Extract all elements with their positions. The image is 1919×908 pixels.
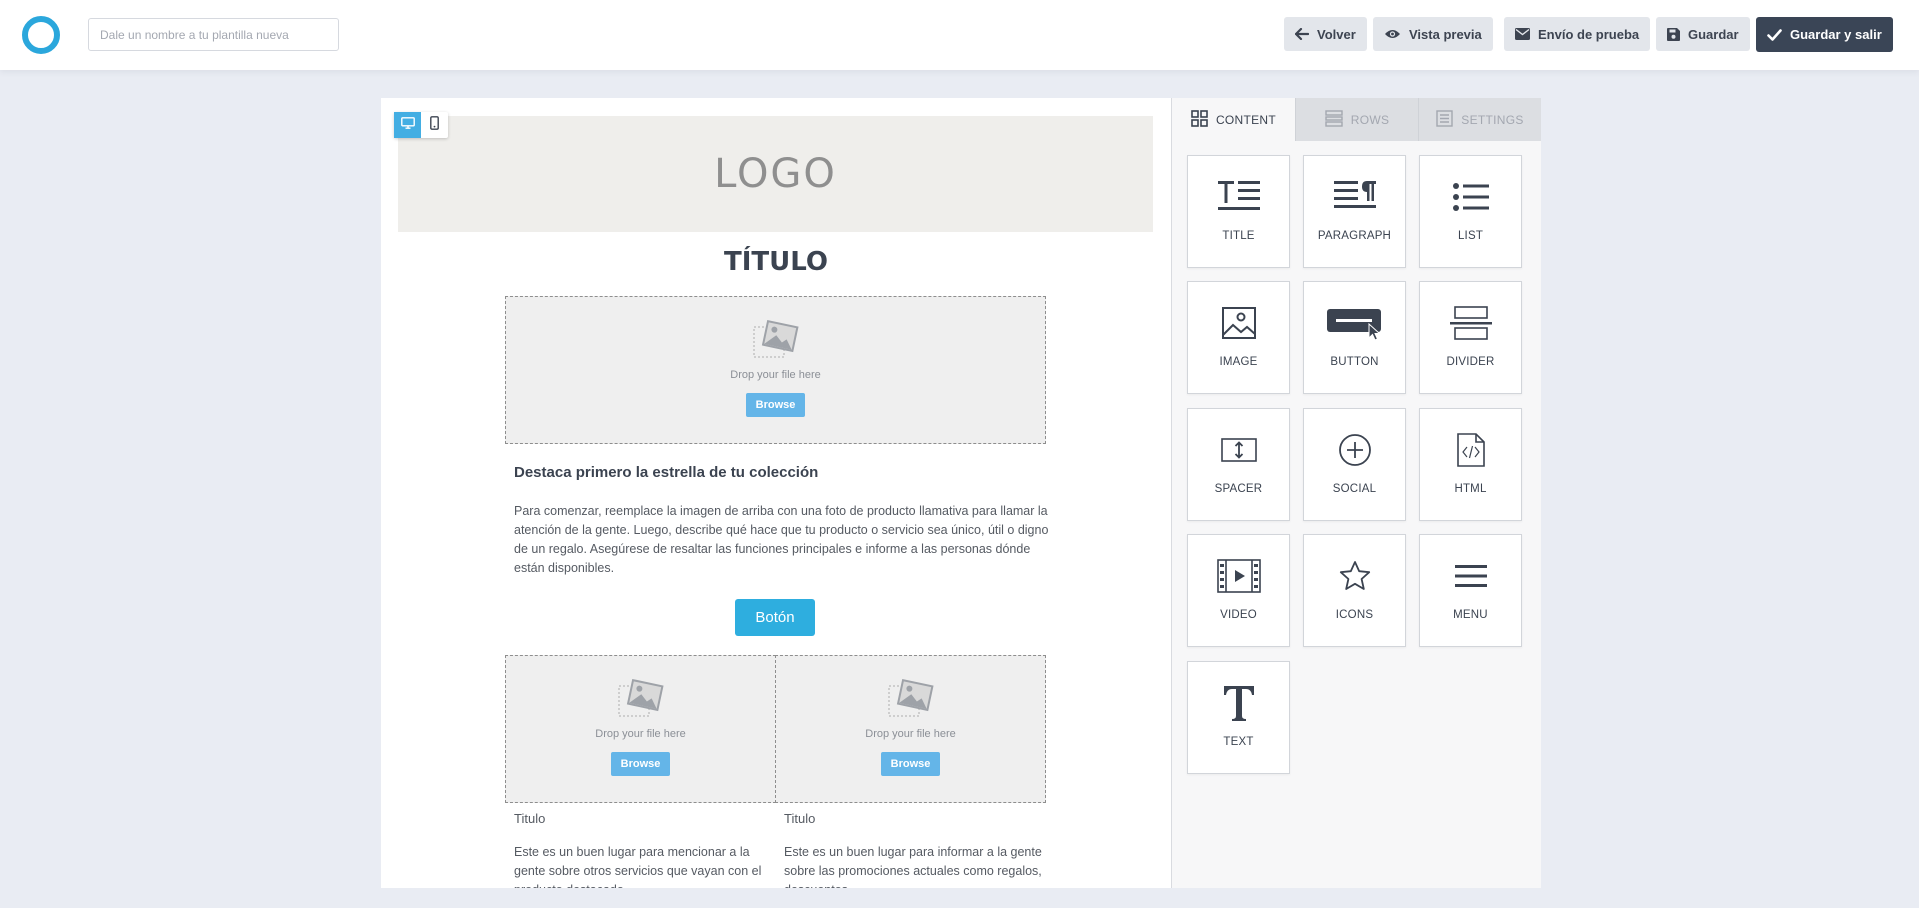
tile-image-label: IMAGE (1219, 356, 1258, 368)
tile-text-label: TEXT (1223, 736, 1254, 748)
back-label: Volver (1317, 26, 1356, 42)
image-dropzone-right[interactable]: Drop your file here Browse (775, 655, 1046, 803)
image-icon (1221, 300, 1257, 346)
tab-content-label: CONTENT (1215, 112, 1277, 127)
tile-text[interactable]: TEXT (1187, 661, 1290, 774)
browse-button[interactable]: Browse (880, 752, 941, 776)
column-title-left[interactable]: Titulo (514, 811, 545, 826)
tile-icons[interactable]: ICONS (1303, 534, 1406, 647)
rows-icon (1325, 109, 1351, 130)
tab-rows[interactable]: ROWS (1295, 98, 1418, 141)
tile-social-label: SOCIAL (1332, 483, 1377, 495)
button-icon (1326, 300, 1383, 346)
drop-label: Drop your file here (595, 728, 686, 740)
save-exit-button[interactable]: Guardar y salir (1756, 17, 1893, 52)
tile-paragraph-label: PARAGRAPH (1317, 230, 1392, 242)
tile-paragraph[interactable]: PARAGRAPH (1303, 155, 1406, 268)
tile-video-label: VIDEO (1220, 609, 1257, 621)
back-button[interactable]: Volver (1284, 17, 1367, 51)
image-dropzone-main[interactable]: Drop your file here Browse (505, 296, 1046, 444)
image-dropzone-left[interactable]: Drop your file here Browse (505, 655, 776, 803)
floppy-icon (1667, 27, 1680, 41)
paragraph-icon (1333, 174, 1376, 220)
tab-settings-label: SETTINGS (1461, 112, 1524, 127)
column-text-left[interactable]: Este es un buen lugar para mencionar a l… (514, 843, 776, 888)
tile-spacer-label: SPACER (1214, 483, 1263, 495)
tile-video[interactable]: VIDEO (1187, 534, 1290, 647)
tile-html[interactable]: HTML (1419, 408, 1522, 521)
tile-image[interactable]: IMAGE (1187, 281, 1290, 394)
tile-list-label: LIST (1457, 230, 1484, 242)
desktop-icon (400, 116, 415, 134)
image-placeholder-icon (617, 678, 665, 723)
body-paragraph[interactable]: Para comenzar, reemplace la imagen de ar… (514, 502, 1049, 578)
html-icon (1456, 427, 1485, 473)
drop-label: Drop your file here (730, 369, 821, 381)
eye-icon (1384, 28, 1401, 40)
image-placeholder-icon (752, 319, 800, 364)
column-title-right[interactable]: Titulo (784, 811, 815, 826)
preview-label: Vista previa (1409, 26, 1482, 42)
tile-title-label: TITLE (1222, 230, 1255, 242)
tile-title[interactable]: TITLE (1187, 155, 1290, 268)
tile-icons-label: ICONS (1335, 609, 1374, 621)
settings-doc-icon (1436, 109, 1461, 130)
star-icon (1339, 553, 1371, 599)
save-label: Guardar (1688, 26, 1739, 42)
save-button[interactable]: Guardar (1656, 17, 1750, 51)
highlight-heading[interactable]: Destaca primero la estrella de tu colecc… (514, 464, 1054, 481)
logo-block[interactable]: LOGO (398, 116, 1153, 232)
tile-menu[interactable]: MENU (1419, 534, 1522, 647)
browse-button[interactable]: Browse (745, 393, 806, 417)
logo-placeholder-text: LOGO (714, 151, 837, 197)
mobile-icon (430, 115, 439, 135)
column-text-right[interactable]: Este es un buen lugar para informar a la… (784, 843, 1046, 888)
cta-button[interactable]: Botón (735, 599, 815, 636)
mobile-view-button[interactable] (421, 112, 448, 138)
app-logo[interactable] (22, 16, 60, 54)
tab-rows-label: ROWS (1350, 112, 1390, 127)
email-canvas: LOGO TÍTULO Drop your file here Browse D… (381, 98, 1171, 888)
video-icon (1216, 553, 1261, 599)
top-bar: Volver Vista previa Envío de prueba Guar… (0, 0, 1919, 70)
test-send-button[interactable]: Envío de prueba (1504, 17, 1651, 51)
tab-settings[interactable]: SETTINGS (1418, 98, 1541, 141)
tile-menu-label: MENU (1453, 609, 1488, 621)
content-panel: CONTENT ROWS SETTINGS TITLE PARAGRAPH LI… (1171, 98, 1541, 888)
text-icon (1222, 680, 1256, 726)
drop-label: Drop your file here (865, 728, 956, 740)
preview-button[interactable]: Vista previa (1373, 17, 1493, 51)
browse-button[interactable]: Browse (610, 752, 671, 776)
envelope-icon (1515, 28, 1530, 40)
tile-divider-label: DIVIDER (1446, 356, 1495, 368)
view-toggle (394, 112, 448, 138)
list-icon (1452, 174, 1489, 220)
test-send-label: Envío de prueba (1538, 26, 1640, 42)
desktop-view-button[interactable] (394, 112, 421, 138)
title-icon (1217, 174, 1260, 220)
tile-button-label: BUTTON (1330, 356, 1379, 368)
template-name-input[interactable] (88, 18, 339, 51)
spacer-icon (1220, 427, 1257, 473)
email-title[interactable]: TÍTULO (381, 247, 1171, 277)
arrow-left-icon (1295, 28, 1309, 40)
tile-list[interactable]: LIST (1419, 155, 1522, 268)
grid-icon (1191, 109, 1216, 130)
tile-spacer[interactable]: SPACER (1187, 408, 1290, 521)
image-placeholder-icon (887, 678, 935, 723)
tab-content[interactable]: CONTENT (1172, 98, 1295, 141)
save-exit-label: Guardar y salir (1790, 27, 1882, 42)
tile-button[interactable]: BUTTON (1303, 281, 1406, 394)
social-icon (1338, 427, 1372, 473)
menu-icon (1454, 553, 1487, 599)
tile-divider[interactable]: DIVIDER (1419, 281, 1522, 394)
tile-social[interactable]: SOCIAL (1303, 408, 1406, 521)
tile-html-label: HTML (1454, 483, 1487, 495)
panel-tabs: CONTENT ROWS SETTINGS (1172, 98, 1541, 141)
divider-icon (1449, 300, 1492, 346)
check-icon (1767, 28, 1782, 41)
